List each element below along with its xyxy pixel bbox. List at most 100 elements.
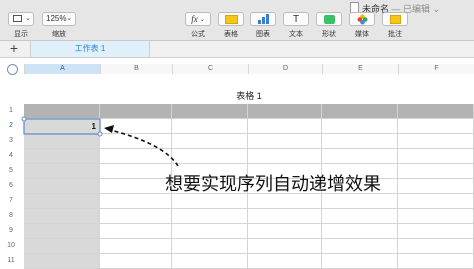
view-button[interactable]: ⌄ bbox=[8, 12, 34, 26]
row-number-3[interactable]: 3 bbox=[0, 137, 22, 144]
shape-icon bbox=[323, 14, 335, 24]
table-cell[interactable] bbox=[100, 164, 172, 179]
table-cell[interactable] bbox=[172, 134, 248, 149]
chevron-down-icon: ⌄ bbox=[66, 15, 72, 22]
table-cell[interactable] bbox=[248, 239, 322, 254]
formula-button[interactable]: fx ⌄ bbox=[185, 12, 211, 26]
table-cell[interactable] bbox=[398, 194, 474, 209]
formula-label: 公式 bbox=[191, 31, 205, 38]
table-cell[interactable] bbox=[172, 209, 248, 224]
table-cell[interactable] bbox=[322, 134, 398, 149]
sheet-canvas[interactable]: ABCDEF 1 2 3 4 5 6 7 8 9 10 11 表格 1 1 想要实现序列自动递增效果 bbox=[0, 58, 474, 269]
column-header-f[interactable]: F bbox=[398, 64, 474, 74]
table-cell[interactable] bbox=[24, 224, 100, 239]
table-cell[interactable] bbox=[398, 239, 474, 254]
table-cell[interactable] bbox=[172, 119, 248, 134]
table-cell[interactable] bbox=[24, 164, 100, 179]
table-cell[interactable] bbox=[100, 224, 172, 239]
formula-icon: fx bbox=[191, 14, 198, 24]
table-cell[interactable] bbox=[100, 209, 172, 224]
table-cell[interactable] bbox=[248, 194, 322, 209]
table-cell[interactable] bbox=[100, 239, 172, 254]
table-cell[interactable] bbox=[100, 104, 172, 119]
row-number-11[interactable]: 11 bbox=[0, 257, 22, 264]
table-cell[interactable] bbox=[24, 104, 100, 119]
table-cell[interactable] bbox=[24, 239, 100, 254]
comment-icon bbox=[389, 14, 401, 24]
shape-button[interactable] bbox=[316, 12, 342, 26]
table-cell[interactable] bbox=[322, 224, 398, 239]
table-cell[interactable] bbox=[172, 149, 248, 164]
table-cell[interactable] bbox=[398, 209, 474, 224]
table-cell[interactable] bbox=[100, 134, 172, 149]
table-title[interactable]: 表格 1 bbox=[24, 89, 474, 102]
table-cell[interactable] bbox=[398, 179, 474, 194]
sheet-tab-bar: + 工作表 1 bbox=[0, 41, 474, 58]
table-cell[interactable] bbox=[398, 119, 474, 134]
table-cell[interactable] bbox=[172, 239, 248, 254]
table-cell[interactable] bbox=[248, 224, 322, 239]
table-cell[interactable] bbox=[248, 149, 322, 164]
table-cell[interactable] bbox=[248, 119, 322, 134]
table-cell[interactable] bbox=[100, 179, 172, 194]
table-cell[interactable] bbox=[24, 194, 100, 209]
chart-label: 图表 bbox=[256, 31, 270, 38]
chevron-down-icon: ⌄ bbox=[199, 16, 205, 23]
text-icon: T bbox=[292, 13, 300, 25]
row-number-8[interactable]: 8 bbox=[0, 212, 22, 219]
zoom-select[interactable]: 125% ⌄ bbox=[42, 12, 76, 26]
table-cell[interactable] bbox=[100, 119, 172, 134]
table-cell[interactable] bbox=[172, 104, 248, 119]
table-cell[interactable] bbox=[248, 209, 322, 224]
table-cell[interactable] bbox=[398, 224, 474, 239]
row-number-6[interactable]: 6 bbox=[0, 182, 22, 189]
photos-icon bbox=[357, 14, 367, 24]
table-cell[interactable] bbox=[172, 224, 248, 239]
table-cell[interactable] bbox=[398, 164, 474, 179]
add-sheet-button[interactable]: + bbox=[0, 41, 28, 57]
table-cell[interactable] bbox=[398, 134, 474, 149]
table-cell[interactable] bbox=[100, 149, 172, 164]
zoom-label: 缩放 bbox=[52, 31, 66, 38]
toolbar: 未命名 — 已编辑 ⌄ ⌄ 显示 125% ⌄ 缩放 fx ⌄ 公式 表格 图表… bbox=[0, 0, 474, 41]
chart-button[interactable] bbox=[250, 12, 276, 26]
table-cell[interactable] bbox=[248, 104, 322, 119]
column-header-c[interactable]: C bbox=[172, 64, 248, 74]
table-button[interactable] bbox=[218, 12, 244, 26]
row-number-7[interactable]: 7 bbox=[0, 197, 22, 204]
row-number-1[interactable]: 1 bbox=[0, 107, 22, 114]
column-header-b[interactable]: B bbox=[100, 64, 172, 74]
annotation-text: 想要实现序列自动递增效果 bbox=[165, 174, 381, 195]
column-header-e[interactable]: E bbox=[322, 64, 398, 74]
comment-button[interactable] bbox=[382, 12, 408, 26]
column-headers: ABCDEF bbox=[0, 64, 474, 74]
table-cell[interactable] bbox=[172, 194, 248, 209]
row-number-2[interactable]: 2 bbox=[0, 122, 22, 129]
row-number-5[interactable]: 5 bbox=[0, 167, 22, 174]
comment-label: 批注 bbox=[388, 31, 402, 38]
row-number-4[interactable]: 4 bbox=[0, 152, 22, 159]
media-button[interactable] bbox=[349, 12, 375, 26]
bar-chart-icon bbox=[257, 14, 269, 24]
chevron-down-icon: ⌄ bbox=[25, 15, 31, 22]
table-cell[interactable] bbox=[322, 119, 398, 134]
column-header-d[interactable]: D bbox=[248, 64, 322, 74]
table-cell[interactable] bbox=[322, 209, 398, 224]
table-cell[interactable] bbox=[100, 194, 172, 209]
table-cell[interactable] bbox=[322, 149, 398, 164]
row-number-10[interactable]: 10 bbox=[0, 242, 22, 249]
table-cell[interactable] bbox=[322, 104, 398, 119]
table-cell[interactable] bbox=[322, 194, 398, 209]
tab-sheet-1[interactable]: 工作表 1 bbox=[30, 41, 150, 57]
table-cell[interactable] bbox=[248, 134, 322, 149]
table-cell[interactable] bbox=[24, 149, 100, 164]
row-number-9[interactable]: 9 bbox=[0, 227, 22, 234]
column-header-a[interactable]: A bbox=[24, 64, 100, 74]
table-cell[interactable] bbox=[398, 149, 474, 164]
table-cell[interactable] bbox=[322, 239, 398, 254]
table-cell[interactable] bbox=[398, 104, 474, 119]
table-cell[interactable] bbox=[24, 134, 100, 149]
text-button[interactable]: T bbox=[283, 12, 309, 26]
table-cell[interactable] bbox=[24, 179, 100, 194]
table-cell[interactable] bbox=[24, 209, 100, 224]
